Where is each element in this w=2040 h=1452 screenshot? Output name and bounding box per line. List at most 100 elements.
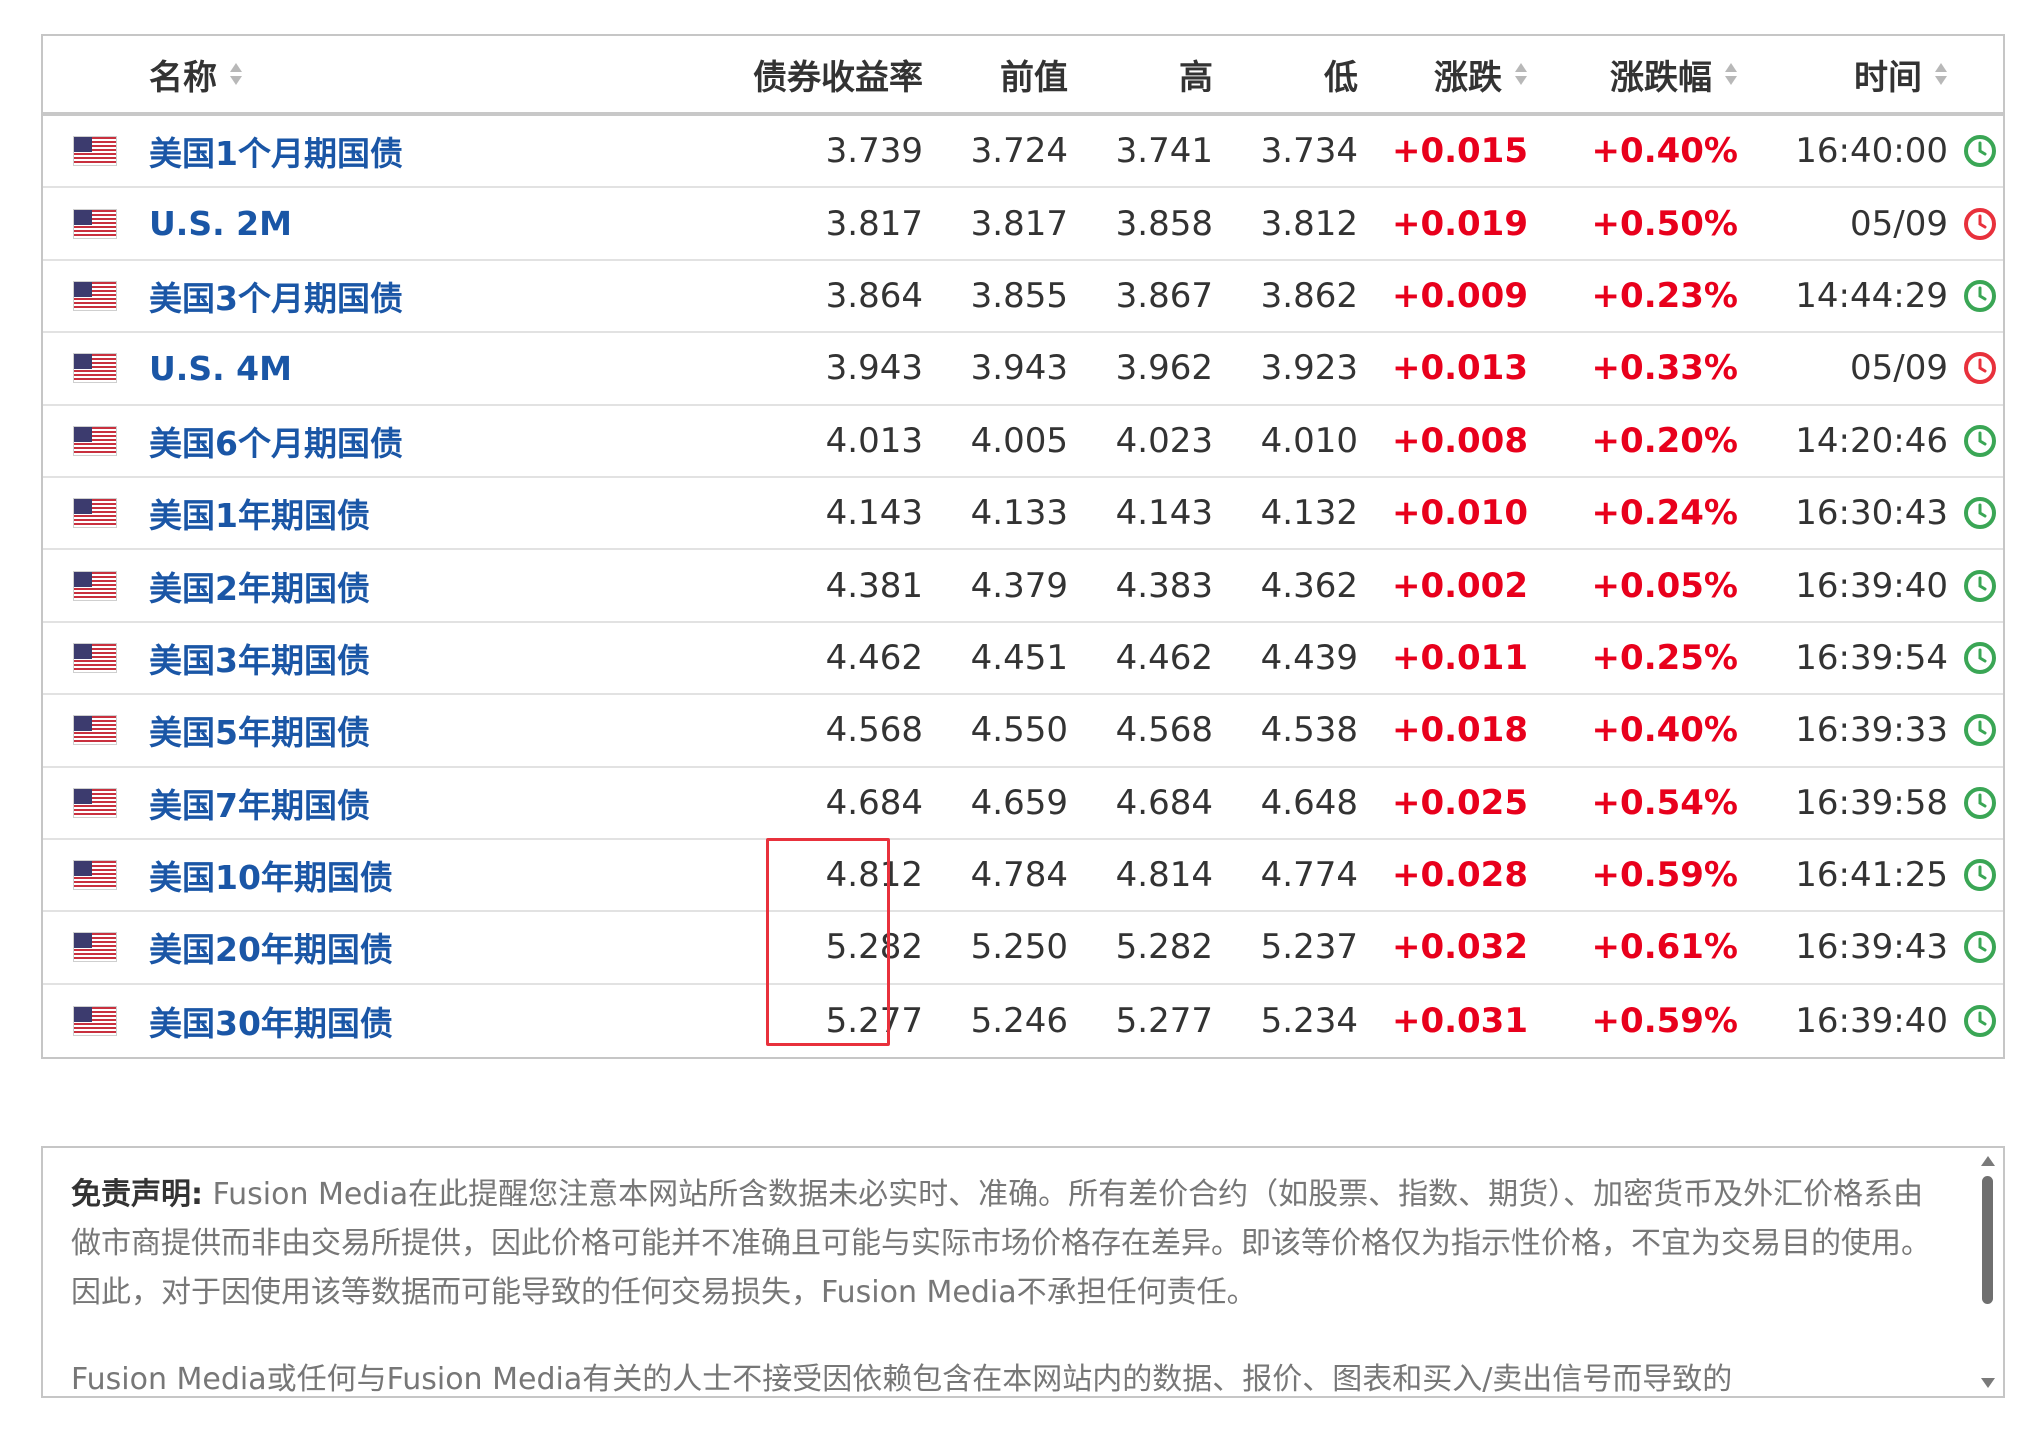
disclaimer-text: 免责声明: Fusion Media在此提醒您注意本网站所含数据未必实时、准确。… [71, 1170, 1931, 1396]
low-value: 4.648 [1260, 782, 1358, 823]
yield-value: 3.864 [825, 275, 923, 316]
low-value: 3.923 [1260, 348, 1358, 389]
green-clock-icon [1963, 930, 1997, 964]
bond-name-link[interactable]: 美国6个月期国债 [149, 406, 669, 476]
bond-name-link[interactable]: U.S. 4M [149, 333, 669, 403]
time-value: 16:30:43 [1795, 493, 1948, 534]
green-clock-icon [1963, 279, 1997, 313]
disclaimer-paragraph-1: 免责声明: Fusion Media在此提醒您注意本网站所含数据未必实时、准确。… [71, 1177, 1931, 1310]
yield-value: 4.381 [825, 565, 923, 606]
low-value: 5.237 [1260, 927, 1358, 968]
bond-name-link[interactable]: 美国1年期国债 [149, 478, 669, 548]
bond-name-link[interactable]: 美国7年期国债 [149, 768, 669, 838]
us-flag-icon [73, 570, 117, 601]
bond-name-link[interactable]: 美国3个月期国债 [149, 261, 669, 331]
prev-value: 5.246 [970, 1000, 1068, 1041]
table-row: 美国20年期国债 5.282 5.250 5.282 5.237 +0.032 +0.61%… [43, 912, 2003, 985]
table-row: 美国1年期国债 4.143 4.133 4.143 4.132 +0.010 +0.24% 1… [43, 478, 2003, 551]
bond-name-link[interactable]: 美国3年期国债 [149, 623, 669, 693]
low-value: 4.774 [1260, 855, 1358, 896]
scroll-up-arrow-icon[interactable] [1981, 1156, 1995, 1166]
time-value: 16:40:00 [1795, 131, 1948, 172]
yield-value: 4.812 [825, 855, 923, 896]
yield-value: 3.739 [825, 131, 923, 172]
bond-name-link[interactable]: U.S. 2M [149, 188, 669, 258]
us-flag-icon [73, 498, 117, 529]
change-value: +0.008 [1391, 420, 1528, 461]
us-flag-icon [73, 280, 117, 311]
low-value: 4.362 [1260, 565, 1358, 606]
green-clock-icon [1963, 1004, 1997, 1038]
change-pct-value: +0.23% [1591, 275, 1738, 316]
us-flag-icon [73, 860, 117, 891]
us-flag-icon [73, 715, 117, 746]
time-value: 16:41:25 [1795, 855, 1948, 896]
prev-value: 4.133 [970, 493, 1068, 534]
column-header-yield: 债券收益率 [753, 57, 923, 98]
low-value: 4.538 [1260, 710, 1358, 751]
high-value: 4.462 [1115, 637, 1213, 678]
sort-icon[interactable] [1724, 61, 1738, 87]
bond-name-link[interactable]: 美国20年期国债 [149, 912, 669, 982]
us-flag-icon [73, 136, 117, 167]
time-value: 14:20:46 [1795, 420, 1948, 461]
red-clock-icon [1963, 207, 1997, 241]
change-value: +0.032 [1391, 927, 1528, 968]
column-header-high: 高 [1179, 57, 1213, 98]
high-value: 4.143 [1115, 493, 1213, 534]
us-flag-icon [73, 353, 117, 384]
prev-value: 4.659 [970, 782, 1068, 823]
prev-value: 4.550 [970, 710, 1068, 751]
change-pct-value: +0.20% [1591, 420, 1738, 461]
table-row: 美国10年期国债 4.812 4.784 4.814 4.774 +0.028 +0.59%… [43, 840, 2003, 913]
disclaimer-panel[interactable]: 免责声明: Fusion Media在此提醒您注意本网站所含数据未必实时、准确。… [41, 1146, 2005, 1398]
bond-name-link[interactable]: 美国5年期国债 [149, 695, 669, 765]
green-clock-icon [1963, 496, 1997, 530]
scroll-thumb[interactable] [1982, 1176, 1993, 1304]
sort-icon[interactable] [1934, 61, 1948, 87]
bond-name-link[interactable]: 美国10年期国债 [149, 840, 669, 910]
low-value: 5.234 [1260, 1000, 1358, 1041]
prev-value: 4.379 [970, 565, 1068, 606]
change-pct-value: +0.40% [1591, 710, 1738, 751]
us-flag-icon [73, 208, 117, 239]
green-clock-icon [1963, 858, 1997, 892]
column-header-name[interactable]: 名称 [149, 36, 669, 112]
change-value: +0.019 [1391, 203, 1528, 244]
sort-icon[interactable] [1514, 61, 1528, 87]
yield-value: 4.013 [825, 420, 923, 461]
high-value: 5.277 [1115, 1000, 1213, 1041]
quotes-table: 名称 债券收益率 前值 高 低 涨跌 涨跌幅 时间 美国1个月期国债 3.739 3… [41, 34, 2005, 1060]
high-value: 4.684 [1115, 782, 1213, 823]
disclaimer-scrollbar[interactable] [1973, 1148, 2003, 1396]
prev-value: 4.005 [970, 420, 1068, 461]
high-value: 5.282 [1115, 927, 1213, 968]
time-value: 05/09 [1850, 348, 1948, 389]
prev-value: 5.250 [970, 927, 1068, 968]
high-value: 4.383 [1115, 565, 1213, 606]
time-value: 16:39:33 [1795, 710, 1948, 751]
table-row: 美国6个月期国债 4.013 4.005 4.023 4.010 +0.008 +0.20%… [43, 406, 2003, 478]
yield-value: 3.943 [825, 348, 923, 389]
change-pct-value: +0.59% [1591, 1000, 1738, 1041]
bond-name-link[interactable]: 美国1个月期国债 [149, 116, 669, 186]
sort-icon[interactable] [229, 61, 243, 87]
column-header-time[interactable]: 时间 [1738, 36, 1948, 112]
column-header-change[interactable]: 涨跌 [1358, 36, 1528, 112]
change-pct-value: +0.24% [1591, 493, 1738, 534]
column-header-change-pct[interactable]: 涨跌幅 [1528, 36, 1738, 112]
change-pct-value: +0.33% [1591, 348, 1738, 389]
scroll-down-arrow-icon[interactable] [1981, 1378, 1995, 1388]
table-row: U.S. 4M 3.943 3.943 3.962 3.923 +0.013 +0.33% 0… [43, 333, 2003, 406]
yield-value: 4.462 [825, 637, 923, 678]
yield-value: 3.817 [825, 203, 923, 244]
bond-name-link[interactable]: 美国30年期国债 [149, 985, 669, 1057]
time-value: 16:39:40 [1795, 1000, 1948, 1041]
high-value: 3.867 [1115, 275, 1213, 316]
table-body: 美国1个月期国债 3.739 3.724 3.741 3.734 +0.015 +0.40%… [43, 116, 2003, 1057]
low-value: 4.439 [1260, 637, 1358, 678]
change-pct-value: +0.50% [1591, 203, 1738, 244]
bond-name-link[interactable]: 美国2年期国债 [149, 550, 669, 620]
change-pct-value: +0.40% [1591, 131, 1738, 172]
table-header: 名称 债券收益率 前值 高 低 涨跌 涨跌幅 时间 [43, 36, 2003, 116]
